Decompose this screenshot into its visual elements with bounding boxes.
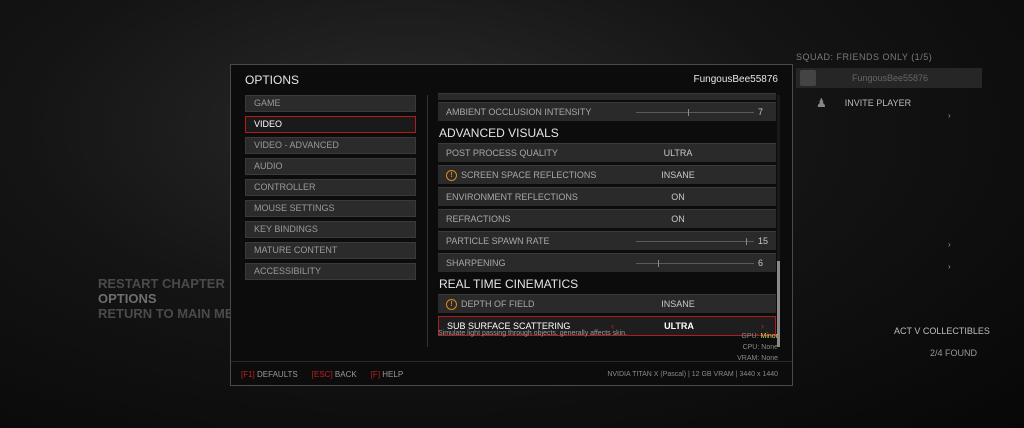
sharpening-slider[interactable]: › (636, 260, 951, 271)
gpu-info: NVIDIA TITAN X (Pascal) | 12 GB VRAM | 3… (607, 371, 778, 378)
setting-post-process[interactable]: POST PROCESS QUALITY ULTRA (438, 143, 776, 162)
setting-ssr[interactable]: ! SCREEN SPACE REFLECTIONS INSANE (438, 165, 776, 184)
options-dialog: OPTIONS FungousBee55876 GAME VIDEO VIDEO… (230, 64, 951, 386)
help-button[interactable]: [F] HELP (371, 370, 403, 379)
setting-value: INSANE (661, 299, 695, 309)
back-label: BACK (334, 370, 357, 379)
settings-list: AMBIENT OCCLUSION INTENSITY › 7 ADVANCED… (438, 93, 951, 339)
setting-particle-spawn[interactable]: PARTICLE SPAWN RATE › 15 (438, 231, 951, 250)
defaults-button[interactable]: [F1] DEFAULTS (241, 370, 298, 379)
cpu-impact: CPU: None (737, 342, 778, 353)
nav-video-advanced[interactable]: VIDEO - ADVANCED (245, 137, 416, 154)
setting-value: ON (671, 214, 685, 224)
gpu-impact: GPU: Minor (737, 331, 778, 342)
setting-label: PARTICLE SPAWN RATE (446, 236, 550, 246)
setting-dof[interactable]: ! DEPTH OF FIELD INSANE (438, 294, 776, 313)
warning-icon: ! (446, 169, 457, 181)
nav-game[interactable]: GAME (245, 95, 416, 112)
scrollbar[interactable] (777, 95, 780, 347)
gpu-label: GPU: (741, 333, 759, 340)
setting-value: ON (671, 192, 685, 202)
nav-video[interactable]: VIDEO (245, 116, 416, 133)
performance-impact: GPU: Minor CPU: None VRAM: None (737, 331, 778, 364)
nav-mature-content[interactable]: MATURE CONTENT (245, 242, 416, 259)
avatar (800, 70, 816, 86)
back-key: [ESC] (311, 370, 333, 379)
add-player-icon: ♟ (816, 96, 827, 110)
help-key: [F] (370, 370, 381, 379)
setting-label: ENVIRONMENT REFLECTIONS (446, 192, 578, 202)
setting-label-group: ! SCREEN SPACE REFLECTIONS (446, 166, 596, 184)
defaults-key: [F1] (241, 370, 255, 379)
setting-value: 15 (758, 236, 769, 246)
squad-member-row: FungousBee55876 (796, 68, 982, 88)
nav-audio[interactable]: AUDIO (245, 158, 416, 175)
nav-key-bindings[interactable]: KEY BINDINGS (245, 221, 416, 238)
slider-thumb[interactable] (746, 238, 747, 245)
setting-sharpening[interactable]: SHARPENING › 6 (438, 253, 951, 272)
section-advanced-visuals: ADVANCED VISUALS (439, 126, 559, 140)
setting-label: POST PROCESS QUALITY (446, 148, 558, 158)
ambient-occlusion-slider[interactable]: › (636, 109, 951, 120)
setting-value: ULTRA (663, 148, 693, 158)
footer-actions: [F1] DEFAULTS [ESC] BACK [F] HELP (241, 370, 403, 379)
nav-controller[interactable]: CONTROLLER (245, 179, 416, 196)
setting-label: DEPTH OF FIELD (461, 299, 535, 309)
help-label: HELP (382, 370, 404, 379)
setting-label-group: ! DEPTH OF FIELD (446, 295, 535, 313)
nav-accessibility[interactable]: ACCESSIBILITY (245, 263, 416, 280)
squad-member-name: FungousBee55876 (852, 73, 929, 83)
back-button[interactable]: [ESC] BACK (312, 370, 357, 379)
slider-thumb[interactable] (687, 109, 689, 116)
options-nav: GAME VIDEO VIDEO - ADVANCED AUDIO CONTRO… (245, 95, 416, 284)
divider (427, 95, 428, 347)
username: FungousBee55876 (693, 74, 778, 85)
dialog-title: OPTIONS (245, 73, 300, 87)
setting-value: INSANE (661, 170, 695, 180)
setting-env-reflections[interactable]: ENVIRONMENT REFLECTIONS ON (438, 187, 776, 206)
slider-end-icon: › (948, 111, 951, 120)
slider-end-icon: › (948, 262, 951, 271)
setting-value: 6 (758, 258, 764, 268)
setting-ambient-occlusion[interactable]: AMBIENT OCCLUSION INTENSITY › 7 (438, 102, 951, 121)
setting-label: REFRACTIONS (446, 214, 511, 224)
nav-mouse-settings[interactable]: MOUSE SETTINGS (245, 200, 416, 217)
setting-label: SCREEN SPACE REFLECTIONS (461, 170, 597, 180)
setting-value: ULTRA (664, 321, 694, 331)
particle-spawn-slider[interactable]: › (636, 238, 951, 249)
gpu-value: Minor (760, 333, 778, 340)
setting-label: SHARPENING (446, 258, 506, 268)
collectibles-found: 2/4 FOUND (930, 348, 978, 358)
setting-refractions[interactable]: REFRACTIONS ON (438, 209, 776, 228)
invite-player-label: INVITE PLAYER (844, 98, 912, 108)
setting-value: 7 (758, 107, 764, 117)
setting-row-cutoff (438, 93, 776, 100)
defaults-label: DEFAULTS (257, 370, 298, 379)
invite-player: ♟ INVITE PLAYER (816, 96, 911, 110)
setting-label: AMBIENT OCCLUSION INTENSITY (446, 107, 592, 117)
slider-thumb[interactable] (658, 260, 659, 267)
warning-icon: ! (446, 298, 457, 310)
cpu-value: None (761, 344, 778, 351)
squad-title: SQUAD: FRIENDS ONLY (1/5) (796, 52, 933, 62)
cpu-label: CPU: (742, 344, 760, 351)
collectibles-title: ACT V COLLECTIBLES (894, 326, 990, 336)
setting-description: Simulate light passing through objects, … (438, 330, 627, 337)
slider-end-icon: › (948, 240, 951, 249)
section-real-time-cinematics: REAL TIME CINEMATICS (439, 277, 579, 291)
vram-impact: VRAM: None (737, 353, 778, 364)
footer-divider (231, 361, 792, 362)
